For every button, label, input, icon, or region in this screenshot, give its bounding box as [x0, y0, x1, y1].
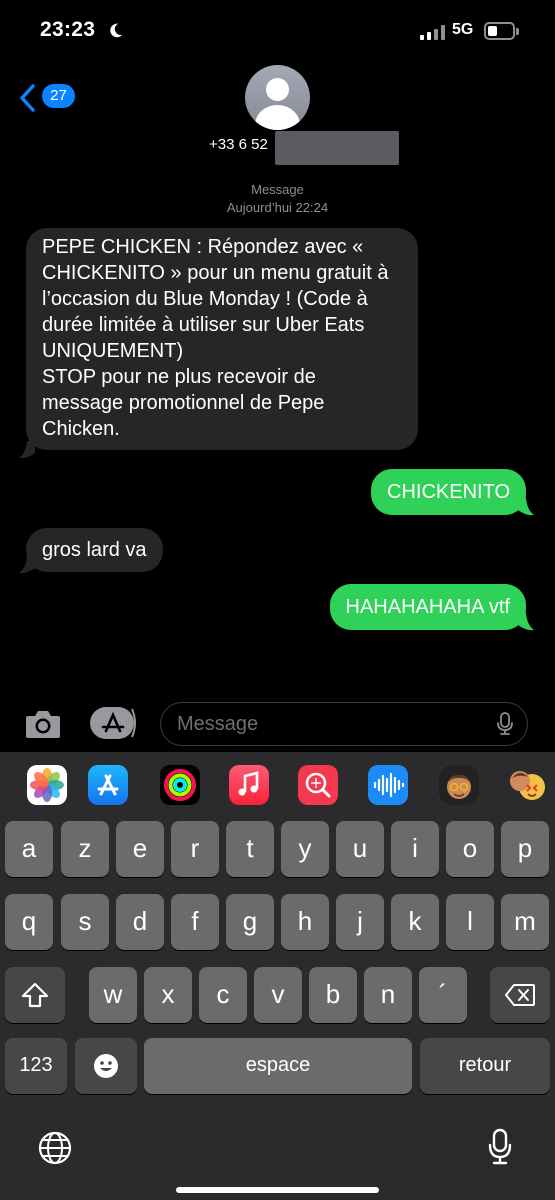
app-store-drawer-icon[interactable] — [88, 706, 138, 740]
status-bar: 23:23 5G — [0, 0, 555, 60]
moon-icon — [110, 23, 123, 38]
activity-icon[interactable] — [160, 765, 200, 805]
key-t[interactable]: t — [226, 821, 274, 877]
battery-icon — [484, 22, 519, 40]
key-x[interactable]: x — [144, 967, 192, 1023]
message-bubble-incoming[interactable]: gros lard va — [26, 528, 163, 572]
shift-icon — [21, 982, 49, 1008]
key-y[interactable]: y — [281, 821, 329, 877]
memoji-icon[interactable] — [439, 765, 479, 805]
backspace-icon — [505, 984, 535, 1006]
message-bubble-outgoing[interactable]: CHICKENITO — [371, 469, 526, 515]
key-n[interactable]: n — [364, 967, 412, 1023]
service-label: Message — [251, 182, 304, 197]
images-search-icon[interactable] — [298, 765, 338, 805]
key-f[interactable]: f — [171, 894, 219, 950]
globe-icon[interactable] — [37, 1130, 73, 1166]
key-z[interactable]: z — [61, 821, 109, 877]
status-time: 23:23 — [40, 18, 96, 41]
bubble-tail — [518, 498, 534, 516]
key-j[interactable]: j — [336, 894, 384, 950]
home-indicator[interactable] — [176, 1187, 379, 1193]
shift-key[interactable] — [5, 967, 65, 1023]
music-icon[interactable] — [229, 765, 269, 805]
camera-icon[interactable] — [24, 708, 62, 740]
network-type: 5G — [452, 21, 474, 38]
audio-message-icon[interactable] — [368, 765, 408, 805]
microphone-icon[interactable] — [497, 712, 513, 736]
key-e[interactable]: e — [116, 821, 164, 877]
key-k[interactable]: k — [391, 894, 439, 950]
imessage-app-strip — [0, 752, 555, 818]
keyboard: a z e r t y u i o p q s d f g h j k l m … — [0, 752, 555, 1200]
dictation-microphone-icon[interactable] — [488, 1128, 512, 1166]
cellular-signal-icon — [420, 24, 446, 40]
key-u[interactable]: u — [336, 821, 384, 877]
return-key[interactable]: retour — [420, 1038, 550, 1094]
contact-number[interactable]: +33 6 52 — [209, 136, 268, 153]
chevron-left-icon — [20, 84, 35, 112]
key-r[interactable]: r — [171, 821, 219, 877]
unread-count-badge: 27 — [42, 84, 75, 108]
key-i[interactable]: i — [391, 821, 439, 877]
key-accent[interactable]: ´ — [419, 967, 467, 1023]
key-o[interactable]: o — [446, 821, 494, 877]
memoji-stickers-icon[interactable] — [508, 765, 548, 805]
key-s[interactable]: s — [61, 894, 109, 950]
key-g[interactable]: g — [226, 894, 274, 950]
contact-avatar[interactable] — [245, 65, 310, 130]
key-w[interactable]: w — [89, 967, 137, 1023]
key-c[interactable]: c — [199, 967, 247, 1023]
key-v[interactable]: v — [254, 967, 302, 1023]
bubble-tail — [19, 556, 35, 574]
message-bubble-incoming[interactable]: PEPE CHICKEN : Répondez avec « CHICKENIT… — [26, 228, 418, 450]
bubble-tail — [518, 613, 534, 631]
message-bubble-outgoing[interactable]: HAHAHAHAHA vtf — [329, 584, 526, 630]
key-b[interactable]: b — [309, 967, 357, 1023]
redacted-area — [275, 131, 399, 165]
photos-icon[interactable] — [27, 765, 67, 805]
space-key[interactable]: espace — [144, 1038, 412, 1094]
key-h[interactable]: h — [281, 894, 329, 950]
message-compose-field[interactable] — [160, 702, 528, 746]
key-l[interactable]: l — [446, 894, 494, 950]
message-timestamp: Aujourd’hui 22:24 — [226, 200, 329, 215]
bubble-tail — [19, 441, 35, 459]
key-d[interactable]: d — [116, 894, 164, 950]
message-input[interactable] — [177, 711, 477, 737]
key-q[interactable]: q — [5, 894, 53, 950]
key-p[interactable]: p — [501, 821, 549, 877]
numbers-key[interactable]: 123 — [5, 1038, 67, 1094]
back-button[interactable]: 27 — [18, 82, 78, 114]
app-store-icon[interactable] — [88, 765, 128, 805]
delete-key[interactable] — [490, 967, 550, 1023]
key-m[interactable]: m — [501, 894, 549, 950]
key-a[interactable]: a — [5, 821, 53, 877]
emoji-key[interactable] — [75, 1038, 137, 1094]
emoji-icon — [94, 1054, 118, 1078]
